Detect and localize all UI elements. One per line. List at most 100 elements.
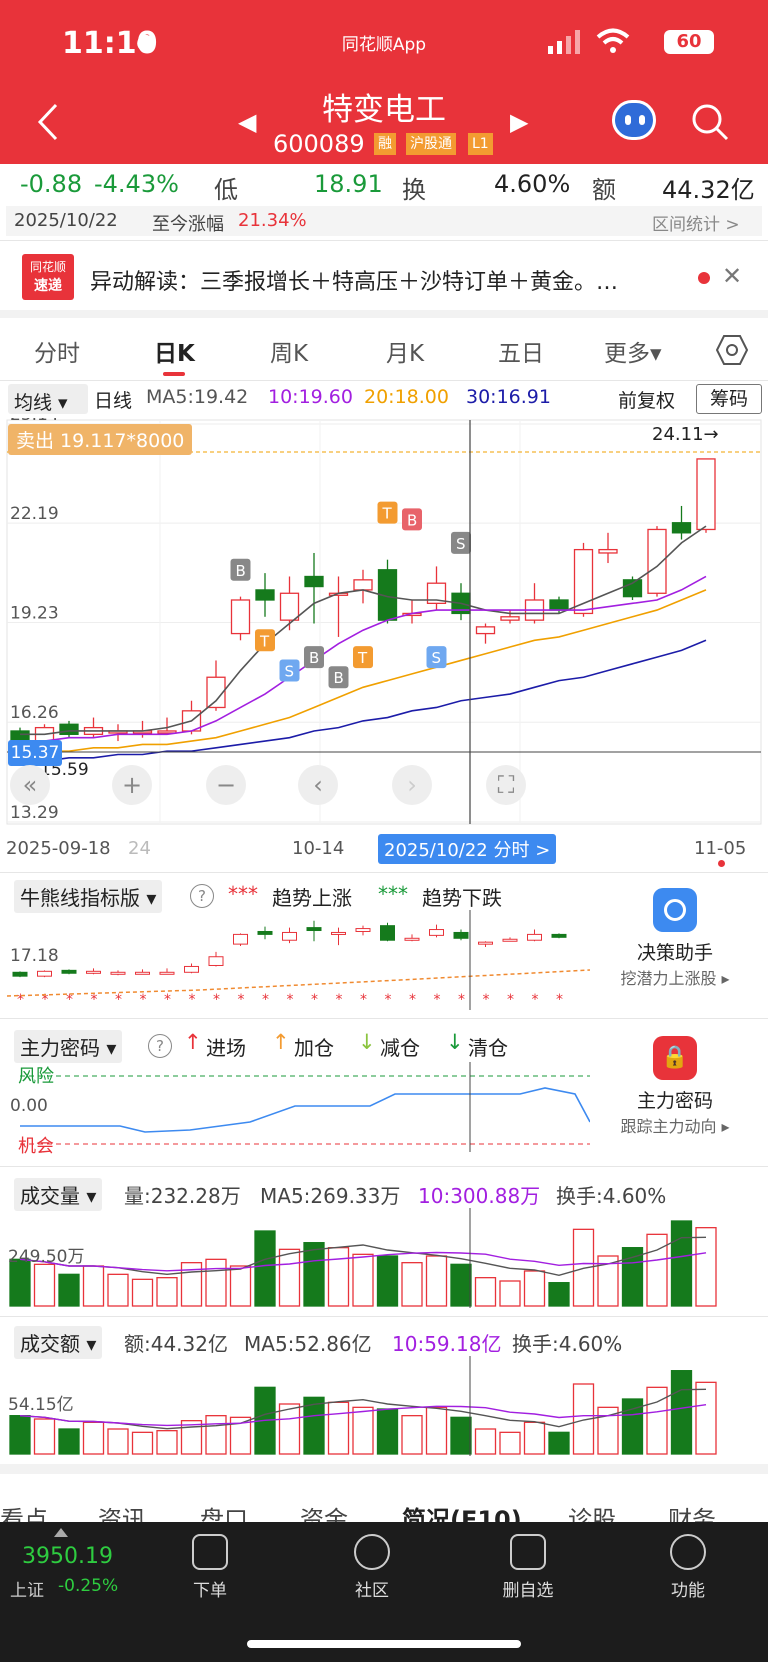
- index-pct: -0.25%: [58, 1576, 119, 1596]
- add-arrow-icon: ↑: [272, 1030, 290, 1054]
- tab-daily-k[interactable]: 日K: [154, 334, 195, 368]
- range-bar[interactable]: 2025/10/22 至今涨幅 21.34% 区间统计 >: [6, 206, 762, 236]
- zero-label: 0.00: [10, 1096, 48, 1116]
- function-button[interactable]: 功能: [643, 1534, 733, 1601]
- change-percent: -4.43%: [94, 170, 179, 198]
- index-value[interactable]: 3950.19: [22, 1544, 113, 1569]
- signal-label: B: [236, 562, 246, 580]
- trend-dot: *: [458, 992, 465, 1008]
- trend-body: [527, 933, 542, 941]
- candle-body: [279, 592, 300, 621]
- community-button[interactable]: 社区: [327, 1534, 417, 1601]
- news-logo-bottom: 速递: [34, 278, 62, 294]
- tab-five-day[interactable]: 五日: [498, 334, 544, 368]
- sell-order-badge[interactable]: 卖出 19.117*8000: [8, 424, 193, 455]
- tab-more[interactable]: 更多▾: [604, 334, 662, 368]
- volume-bar: [474, 1277, 497, 1307]
- scroll-left-icon[interactable]: ‹: [298, 765, 338, 805]
- expand-icon[interactable]: [54, 1528, 68, 1537]
- unread-dot-icon: [698, 272, 710, 284]
- subtab-highlights[interactable]: 看点: [0, 1500, 48, 1524]
- fullscreen-icon[interactable]: ⛶: [486, 765, 526, 805]
- status-app-name: 同花顺App: [341, 35, 427, 55]
- zoom-minus-icon[interactable]: −: [206, 765, 246, 805]
- next-stock-icon[interactable]: ▶: [510, 108, 528, 136]
- scroll-right-icon[interactable]: ›: [392, 765, 432, 805]
- wifi-icon: [596, 28, 630, 53]
- subtab-diagnosis[interactable]: 诊股: [568, 1500, 616, 1524]
- trend-body: [306, 927, 322, 932]
- help-icon[interactable]: ?: [190, 884, 214, 908]
- candle-body: [696, 458, 716, 531]
- close-icon[interactable]: ✕: [722, 262, 742, 290]
- adjust-select[interactable]: 前复权: [618, 386, 675, 413]
- indicator2-select[interactable]: 主力密码 ▾: [14, 1030, 123, 1063]
- trend-dot: *: [385, 992, 392, 1008]
- candle-body: [549, 599, 569, 611]
- subtab-news[interactable]: 资讯: [98, 1500, 146, 1524]
- help-icon-2[interactable]: ?: [148, 1034, 172, 1058]
- signal-label: T: [382, 505, 393, 523]
- stock-code: 600089: [273, 130, 365, 158]
- news-logo-top: 同花顺: [29, 260, 66, 274]
- main-force-card[interactable]: 🔒 主力密码 跟踪主力动向 ▸: [590, 1030, 760, 1150]
- menu-circle-icon: [670, 1534, 706, 1570]
- robot-assistant-icon[interactable]: [612, 100, 656, 140]
- trend-body: [37, 970, 52, 977]
- subtab-finance[interactable]: 财务: [668, 1500, 716, 1524]
- candlestick-chart[interactable]: 25.1422.1919.2316.2613.2924.11→15.59BTSB…: [0, 418, 768, 828]
- amount-bar: [523, 1421, 546, 1455]
- max-price-label: 24.11→: [652, 424, 719, 445]
- tab-monthly-k[interactable]: 月K: [386, 334, 424, 368]
- volume-bar: [33, 1263, 56, 1307]
- volume-bar: [401, 1262, 423, 1307]
- amount-bar: [474, 1428, 497, 1455]
- decision-assistant-sub: 挖潜力上涨股 ▸: [620, 969, 730, 988]
- zoom-in-icon[interactable]: +: [112, 765, 152, 805]
- ma-type-select[interactable]: 均线 ▾: [8, 384, 88, 414]
- home-indicator: [247, 1640, 521, 1648]
- remove-watchlist-button[interactable]: 删自选: [483, 1534, 573, 1601]
- range-stats-link[interactable]: 区间统计 >: [652, 210, 740, 235]
- subtab-f10[interactable]: 简况(F10): [402, 1500, 522, 1524]
- volume-bar: [646, 1233, 668, 1307]
- volume-value: 量:232.28万: [124, 1184, 241, 1208]
- indicator1-select[interactable]: 牛熊线指标版 ▾: [14, 880, 163, 913]
- volume-bar: [254, 1230, 276, 1307]
- volume-bar: [621, 1247, 644, 1307]
- y-tick-label: 19.23: [10, 603, 59, 623]
- tab-weekly-k[interactable]: 周K: [270, 334, 308, 368]
- trend-body: [404, 937, 420, 941]
- trend-body: [159, 971, 175, 975]
- stock-header: 11:10 ● 同花顺App 60 ◀ 特变电工 ▶ 600089 融 沪股通 …: [0, 0, 768, 164]
- tag-margin: 融: [374, 133, 396, 155]
- decision-assistant-card[interactable]: 决策助手 挖潜力上涨股 ▸: [590, 880, 760, 1000]
- trend-dot: *: [532, 992, 539, 1008]
- chance-label: 机会: [18, 1136, 54, 1157]
- volume-select[interactable]: 成交量 ▾: [14, 1178, 103, 1211]
- order-button[interactable]: 下单: [165, 1534, 255, 1601]
- chip-button[interactable]: 筹码: [696, 384, 762, 414]
- subtab-orderbook[interactable]: 盘口: [200, 1500, 248, 1524]
- tab-intraday[interactable]: 分时: [34, 334, 80, 368]
- amount-bar: [499, 1431, 521, 1455]
- zoom-out-far-icon[interactable]: «: [10, 765, 50, 805]
- enter-arrow-icon: ↑: [184, 1030, 202, 1054]
- amount-select[interactable]: 成交额 ▾: [14, 1326, 103, 1359]
- search-icon[interactable]: [690, 102, 730, 142]
- volume-bar: [450, 1263, 472, 1307]
- news-text[interactable]: 异动解读：三季报增长＋特高压＋沙特订单＋黄金。…: [90, 264, 680, 296]
- trend-dot: *: [287, 992, 294, 1008]
- settings-hex-icon[interactable]: [716, 334, 748, 366]
- amount-bar: [695, 1381, 717, 1455]
- indicator2-chart: [20, 1062, 590, 1152]
- amount-bar: [376, 1408, 399, 1455]
- subtab-funds[interactable]: 资金: [300, 1500, 348, 1524]
- decision-assistant-title: 决策助手: [636, 942, 713, 964]
- volume-bar: [205, 1258, 227, 1307]
- document-icon: [192, 1534, 228, 1570]
- cursor-date-link[interactable]: 2025/10/22 分时 >: [378, 834, 557, 864]
- amount-ma5: MA5:52.86亿: [244, 1332, 372, 1356]
- remove-watchlist-label: 删自选: [502, 1581, 554, 1601]
- trend-dot: *: [91, 992, 98, 1008]
